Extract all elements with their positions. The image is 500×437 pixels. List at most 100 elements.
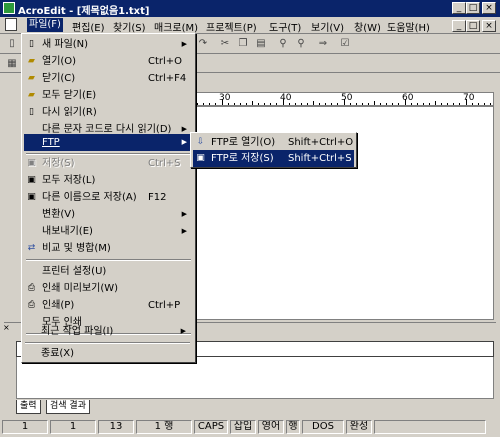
redo-icon[interactable]: ↷: [196, 37, 210, 50]
menu-item-ftp-open[interactable]: ⇩ FTP로 열기(O) Shift+Ctrl+O: [193, 134, 354, 151]
menu-item-exit[interactable]: 종료(X): [23, 345, 192, 362]
menu-file[interactable]: 파일(F): [27, 18, 63, 32]
file-menu-dropdown: ▯ 새 파일(N) ▶ ▰ 열기(O) Ctrl+O ▰ 닫기(C) Ctrl+…: [21, 33, 196, 363]
new-file-icon: ▯: [29, 39, 34, 49]
tab-output[interactable]: 출력: [16, 400, 41, 414]
ruler-tick: [331, 103, 333, 105]
ruler-tick: [197, 103, 199, 105]
child-restore-button[interactable]: □: [466, 20, 480, 32]
grid-icon[interactable]: ▦: [5, 57, 19, 70]
ruler-tick: [252, 101, 253, 105]
print-icon: ⎙: [27, 300, 36, 310]
ruler-tick: [233, 103, 235, 105]
close-all-icon: ▰: [28, 90, 35, 100]
ruler-tick: [367, 103, 369, 105]
ruler-tick: [245, 103, 247, 105]
menu-item-recent-files[interactable]: 최근 작업 파일(I) ▶: [23, 323, 192, 340]
ruler-tick: [282, 99, 284, 105]
ruler-tick: [209, 103, 211, 105]
menu-item-save[interactable]: ▣ 저장(S) Ctrl+S: [24, 155, 193, 172]
child-close-button[interactable]: ×: [482, 20, 496, 32]
menu-item-reload[interactable]: ▯ 다시 읽기(R): [24, 104, 193, 121]
ftp-open-icon: ⇩: [196, 137, 205, 147]
output-text-area[interactable]: [16, 357, 494, 399]
ruler-tick: [471, 103, 473, 105]
ruler-tick: [422, 103, 424, 105]
close-file-icon: ▰: [28, 73, 35, 83]
close-button[interactable]: ×: [482, 2, 496, 14]
ruler-tick: [361, 103, 363, 105]
ruler-tick: [313, 101, 314, 105]
ruler-tick: [428, 103, 430, 105]
cut-icon[interactable]: ✂: [218, 37, 232, 50]
menu-item-close-all[interactable]: ▰ 모두 닫기(E): [24, 87, 193, 104]
menu-item-save-as[interactable]: ▣ 다른 이름으로 저장(A) F12: [24, 189, 193, 206]
menu-item-print[interactable]: ⎙ 인쇄(P) Ctrl+P: [24, 297, 193, 314]
ruler-tick: [380, 103, 382, 105]
menu-project[interactable]: 프로젝트(P): [206, 19, 257, 34]
ruler-tick: [270, 103, 272, 105]
menu-item-ftp[interactable]: FTP ▶: [24, 134, 193, 151]
ruler-tick: [392, 103, 394, 105]
title-bar: AcroEdit - [제목없음1.txt] _ □ ×: [0, 0, 500, 17]
replace-icon[interactable]: ⚲: [294, 37, 308, 50]
menu-item-open[interactable]: ▰ 열기(O) Ctrl+O: [24, 53, 193, 70]
ruler-tick: [349, 103, 351, 105]
ruler-tick: [300, 103, 302, 105]
save-as-icon: ▣: [27, 192, 36, 202]
menu-item-compare-merge[interactable]: ⇄ 비교 및 병합(M): [24, 240, 193, 257]
save-all-icon: ▣: [27, 175, 36, 185]
paste-icon[interactable]: ▤: [254, 37, 268, 50]
tab-search-results[interactable]: 검색 결과: [46, 400, 90, 414]
status-cell: 1 행: [136, 420, 192, 434]
child-minimize-button[interactable]: _: [452, 20, 466, 32]
maximize-button[interactable]: □: [466, 2, 480, 14]
ruler-tick: [398, 103, 400, 105]
menu-help[interactable]: 도움말(H): [387, 19, 430, 34]
document-icon[interactable]: [5, 18, 17, 31]
find-icon[interactable]: ⚲: [276, 37, 290, 50]
check-icon[interactable]: ☑: [338, 37, 352, 50]
menu-item-convert[interactable]: 변환(V) ▶: [24, 206, 193, 223]
menu-item-export[interactable]: 내보내기(E) ▶: [24, 223, 193, 240]
ruler-tick: [416, 103, 418, 105]
ruler-tick: [343, 99, 345, 105]
new-file-icon[interactable]: ▯: [5, 37, 19, 50]
menu-find[interactable]: 찾기(S): [113, 19, 146, 34]
menu-tools[interactable]: 도구(T): [269, 19, 301, 34]
window-title: AcroEdit - [제목없음1.txt]: [18, 6, 150, 17]
ruler-tick: [215, 103, 217, 105]
app-icon[interactable]: [3, 2, 15, 14]
ruler: 30 40 50 60 70: [186, 92, 494, 106]
menu-edit[interactable]: 편집(E): [72, 19, 105, 34]
status-insert: 삽입: [230, 420, 256, 434]
menu-macro[interactable]: 매크로(M): [154, 19, 198, 34]
menu-item-save-all[interactable]: ▣ 모두 저장(L): [24, 172, 193, 189]
ruler-tick: [435, 101, 436, 105]
jump-icon[interactable]: ⇒: [316, 37, 330, 50]
submenu-arrow-icon: ▶: [181, 40, 187, 48]
menu-item-ftp-save[interactable]: ▣ FTP로 저장(S) Shift+Ctrl+S: [193, 150, 354, 167]
menu-item-close[interactable]: ▰ 닫기(C) Ctrl+F4: [24, 70, 193, 87]
ftp-save-icon: ▣: [196, 153, 205, 163]
panel-close-icon[interactable]: ×: [3, 323, 13, 332]
minimize-button[interactable]: _: [452, 2, 466, 14]
menu-item-new-file[interactable]: ▯ 새 파일(N) ▶: [24, 36, 193, 53]
menu-window[interactable]: 창(W): [354, 19, 381, 34]
menu-bar: 파일(F) 편집(E) 찾기(S) 매크로(M) 프로젝트(P) 도구(T) 보…: [0, 17, 500, 34]
submenu-arrow-icon: ▶: [181, 210, 187, 218]
ruler-tick: [227, 103, 229, 105]
submenu-arrow-icon: ▶: [180, 327, 186, 335]
ruler-tick: [410, 103, 412, 105]
save-icon: ▣: [27, 158, 36, 168]
status-cell: 13: [98, 420, 134, 434]
menu-item-printer-setup[interactable]: 프린터 설정(U): [24, 263, 193, 280]
compare-icon: ⇄: [27, 243, 36, 253]
status-line-mode: 행: [286, 420, 300, 434]
menu-item-print-preview[interactable]: ⎙ 인쇄 미리보기(W): [24, 280, 193, 297]
menu-view[interactable]: 보기(V): [311, 19, 344, 34]
status-bar: 1 1 13 1 행 CAPS 삽입 영어 행 DOS 완성: [0, 418, 500, 437]
copy-icon[interactable]: ❐: [236, 37, 250, 50]
ruler-tick: [325, 103, 327, 105]
ruler-tick: [386, 103, 388, 105]
